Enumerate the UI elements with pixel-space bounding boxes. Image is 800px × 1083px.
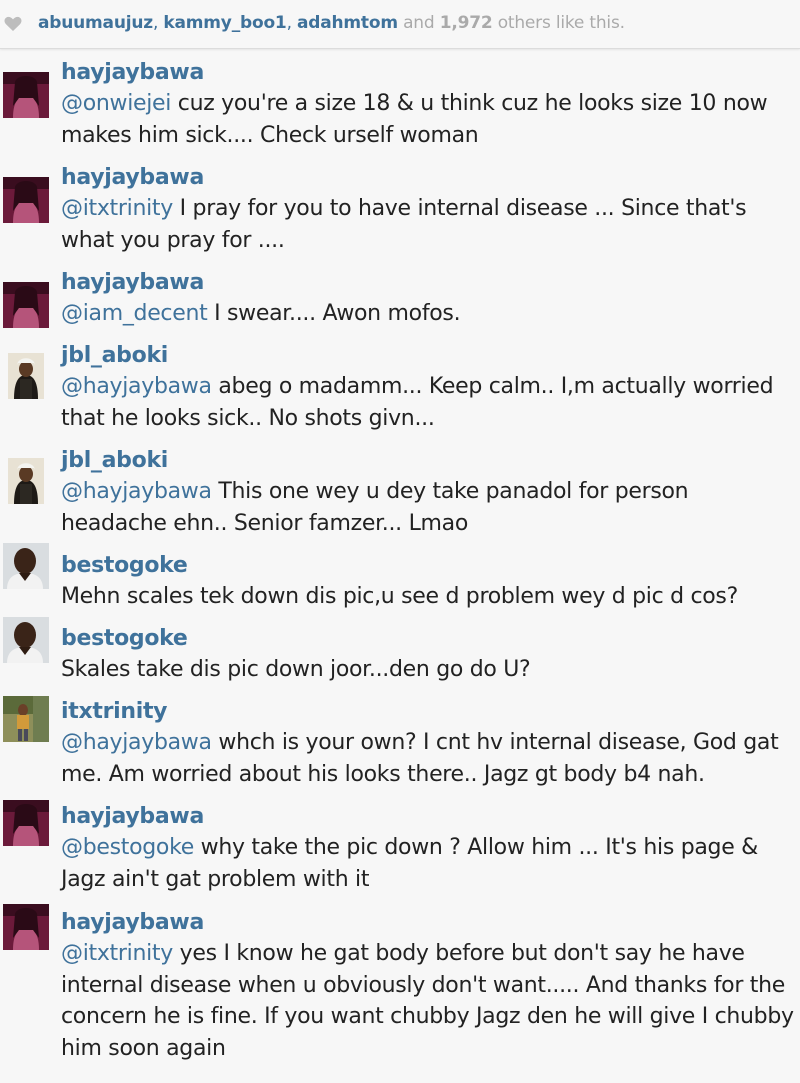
avatar[interactable] — [3, 904, 49, 950]
avatar[interactable] — [3, 282, 49, 328]
likes-and-text: and — [403, 13, 435, 33]
avatar[interactable] — [3, 177, 49, 223]
comment-username[interactable]: bestogoke — [61, 551, 796, 581]
comment: hayjaybawa @bestogoke why take the pic d… — [0, 800, 800, 908]
comment-mention[interactable]: @hayjaybawa — [61, 374, 212, 399]
comment-text: Mehn scales tek down dis pic,u see d pro… — [61, 581, 796, 613]
comment: hayjaybawa @itxtrinity I pray for you to… — [0, 163, 800, 268]
avatar[interactable] — [3, 800, 49, 846]
comment-text: Skales take dis pic down joor...den go d… — [61, 654, 796, 686]
comment-username[interactable]: bestogoke — [61, 624, 796, 654]
avatar[interactable] — [3, 617, 49, 663]
likes-others-text: others like this. — [497, 13, 625, 33]
comment: itxtrinity @hayjaybawa whch is your own?… — [0, 696, 800, 802]
comment-body: Skales take dis pic down joor...den go d… — [61, 657, 531, 682]
liker-separator: , — [286, 13, 292, 33]
comment-mention[interactable]: @hayjaybawa — [61, 730, 212, 755]
avatar[interactable] — [8, 353, 44, 399]
comment-text: @hayjaybawa whch is your own? I cnt hv i… — [61, 727, 796, 790]
comment-username[interactable]: itxtrinity — [61, 697, 796, 727]
comment-text: @itxtrinity I pray for you to have inter… — [61, 193, 796, 256]
comment-username[interactable]: jbl_aboki — [61, 341, 796, 371]
comment-username[interactable]: hayjaybawa — [61, 58, 796, 88]
comment-text: @onwiejei cuz you're a size 18 & u think… — [61, 88, 796, 151]
like-count[interactable]: 1,972 — [440, 13, 493, 33]
likes-bar: abuumaujuz, kammy_boo1, adahmtom and 1,9… — [0, 0, 800, 49]
comment-username[interactable]: hayjaybawa — [61, 163, 796, 193]
heart-icon[interactable] — [4, 16, 22, 32]
comment-mention[interactable]: @itxtrinity — [61, 196, 173, 221]
comment-mention[interactable]: @hayjaybawa — [61, 479, 212, 504]
avatar[interactable] — [3, 72, 49, 118]
comment-mention[interactable]: @onwiejei — [61, 91, 171, 116]
avatar[interactable] — [3, 543, 49, 589]
avatar[interactable] — [8, 458, 44, 504]
comment-username[interactable]: hayjaybawa — [61, 802, 796, 832]
comment-mention[interactable]: @iam_decent — [61, 301, 208, 326]
comment-body: I swear.... Awon mofos. — [207, 301, 461, 326]
comments-list: hayjaybawa @onwiejei cuz you're a size 1… — [0, 58, 800, 1068]
comment-username[interactable]: hayjaybawa — [61, 908, 796, 938]
comment-text: @bestogoke why take the pic down ? Allow… — [61, 832, 796, 895]
comment-text: @itxtrinity yes I know he gat body befor… — [61, 938, 796, 1064]
liker-separator: , — [152, 13, 159, 33]
comment: hayjaybawa @iam_decent I swear.... Awon … — [0, 268, 800, 341]
liker-link[interactable]: kammy_boo1 — [163, 13, 286, 33]
comment-username[interactable]: hayjaybawa — [61, 268, 796, 298]
comment-username[interactable]: jbl_aboki — [61, 446, 796, 476]
comment: hayjaybawa @itxtrinity yes I know he gat… — [0, 904, 800, 1068]
liker-link[interactable]: abuumaujuz — [38, 13, 153, 33]
comment-mention[interactable]: @bestogoke — [61, 835, 194, 860]
likes-summary: abuumaujuz, kammy_boo1, adahmtom and 1,9… — [38, 13, 625, 33]
liker-link[interactable]: adahmtom — [297, 13, 398, 33]
comment: hayjaybawa @onwiejei cuz you're a size 1… — [0, 58, 800, 163]
comment: jbl_aboki @hayjaybawa This one wey u dey… — [0, 446, 800, 536]
comment-text: @hayjaybawa This one wey u dey take pana… — [61, 476, 796, 539]
comment: bestogoke Skales take dis pic down joor.… — [0, 617, 800, 697]
comment-text: @hayjaybawa abeg o madamm... Keep calm..… — [61, 371, 796, 434]
comment: jbl_aboki @hayjaybawa abeg o madamm... K… — [0, 341, 800, 446]
comment-mention[interactable]: @itxtrinity — [61, 941, 173, 966]
comment: bestogoke Mehn scales tek down dis pic,u… — [0, 543, 800, 624]
avatar[interactable] — [3, 696, 49, 742]
comment-text: @iam_decent I swear.... Awon mofos. — [61, 298, 796, 330]
comment-body: Mehn scales tek down dis pic,u see d pro… — [61, 584, 738, 609]
